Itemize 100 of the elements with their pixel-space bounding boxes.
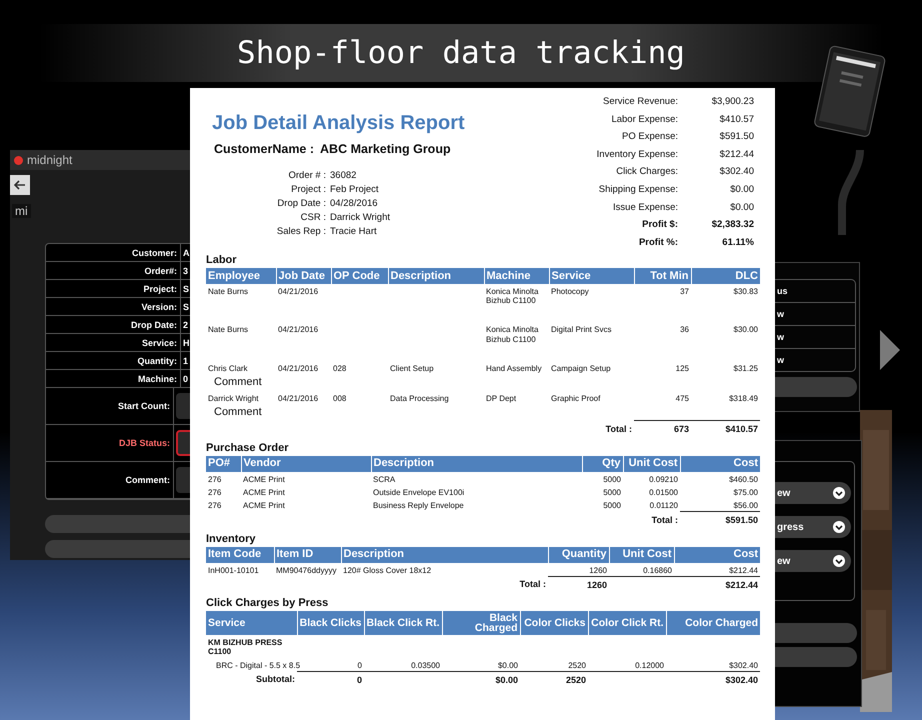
table-cell: $302.40 bbox=[729, 660, 758, 670]
total-value: 0 bbox=[356, 674, 362, 685]
table-cell: ACME Print bbox=[243, 501, 285, 510]
table-cell: 04/21/2016 bbox=[278, 287, 318, 296]
table-cell: MM90476ddyyyy bbox=[276, 566, 336, 575]
total-label: Total : bbox=[652, 514, 678, 525]
table-cell: 0 bbox=[358, 660, 362, 670]
total-label: Subtotal: bbox=[256, 674, 295, 684]
info-label: Order # : bbox=[288, 170, 326, 181]
app-subtitle: mi bbox=[12, 204, 31, 218]
total-value: $410.57 bbox=[725, 424, 758, 434]
column-header: Description bbox=[388, 268, 484, 284]
summary-label: Click Charges: bbox=[615, 166, 678, 180]
pill-button[interactable] bbox=[775, 377, 857, 397]
table-cell: 37 bbox=[680, 287, 689, 296]
info-label: Sales Rep : bbox=[276, 226, 326, 237]
banner-title: Shop-floor data tracking bbox=[237, 35, 685, 71]
table-cell: 5000 bbox=[603, 474, 621, 484]
table-cell: 125 bbox=[676, 364, 689, 373]
table-cell: Hand Assembly bbox=[486, 364, 542, 373]
table-cell: 5000 bbox=[603, 501, 621, 510]
dropdown[interactable]: gress bbox=[775, 516, 851, 538]
table-cell: Photocopy bbox=[551, 287, 589, 296]
field-value: S bbox=[183, 284, 190, 294]
summary-value: $2,383.32 bbox=[710, 219, 754, 232]
table-cell: Outside Envelope EV100i bbox=[373, 488, 464, 497]
app-title: midnight bbox=[27, 153, 72, 167]
table-cell: 475 bbox=[676, 394, 689, 403]
table-cell: $56.00 bbox=[734, 501, 758, 510]
report-title: Job Detail Analysis Report bbox=[212, 112, 465, 135]
table-cell: Business Reply Envelope bbox=[373, 501, 464, 510]
column-header: Color Click Rt. bbox=[588, 611, 666, 636]
table-cell: 5000 bbox=[603, 488, 621, 497]
table-cell: 36 bbox=[680, 325, 689, 334]
right-arrow-icon[interactable] bbox=[880, 330, 900, 370]
table-cell: Digital Print Svcs bbox=[551, 325, 612, 334]
field-label: Quantity: bbox=[136, 356, 178, 366]
pill-button[interactable] bbox=[45, 540, 190, 558]
total-value: 673 bbox=[674, 424, 689, 434]
table-cell: DP Dept bbox=[486, 394, 516, 403]
table-cell: 2520 bbox=[568, 660, 586, 670]
info-label: Drop Date : bbox=[276, 198, 326, 209]
field-label: Machine: bbox=[136, 374, 178, 384]
table-cell: ACME Print bbox=[243, 474, 285, 484]
summary-label: PO Expense: bbox=[621, 131, 678, 144]
table-cell: 276 bbox=[208, 488, 222, 497]
summary-label: Profit $: bbox=[641, 219, 678, 232]
table-cell: Nate Burns bbox=[208, 325, 248, 334]
summary-label: Service Revenue: bbox=[602, 96, 678, 109]
column-header: Employee bbox=[206, 268, 276, 284]
column-header: Item ID bbox=[274, 546, 341, 563]
table-cell: 0.12000 bbox=[635, 660, 664, 670]
summary-label: Issue Expense: bbox=[612, 202, 678, 215]
close-icon[interactable] bbox=[14, 156, 23, 164]
column-header: PO# bbox=[206, 456, 241, 472]
list-item[interactable]: w bbox=[775, 349, 855, 371]
pill-button[interactable] bbox=[45, 515, 190, 533]
table-cell: Chris Clark bbox=[208, 364, 248, 373]
column-header: Qty bbox=[582, 456, 623, 472]
field-value: 0 bbox=[183, 374, 188, 384]
dropdown[interactable]: ew bbox=[775, 550, 851, 572]
column-header: Quantity bbox=[548, 546, 609, 563]
table-cell: Nate Burns bbox=[208, 287, 248, 296]
table-cell: $212.44 bbox=[729, 566, 758, 575]
table-cell: $318.49 bbox=[729, 394, 758, 403]
pill-button[interactable] bbox=[775, 647, 857, 667]
back-icon bbox=[14, 180, 26, 190]
field-label: Project: bbox=[142, 284, 178, 294]
column-header: Description bbox=[341, 546, 548, 563]
column-header: Service bbox=[549, 268, 634, 284]
total-label: Total : bbox=[606, 424, 632, 434]
section-title: Purchase Order bbox=[206, 442, 290, 454]
column-header: Tot Min bbox=[634, 268, 691, 284]
field-label: Version: bbox=[140, 302, 178, 312]
pill-button[interactable] bbox=[775, 623, 857, 643]
chevron-icon bbox=[833, 487, 845, 499]
column-header: Color Clicks bbox=[520, 611, 588, 636]
info-label: Project : bbox=[290, 184, 326, 195]
field-value: H bbox=[183, 338, 190, 348]
table-cell: 120# Gloss Cover 18x12 bbox=[343, 566, 432, 575]
column-header: Black Clicks bbox=[297, 611, 364, 636]
section-title: Labor bbox=[206, 254, 238, 266]
table-cell: 0.16860 bbox=[643, 566, 672, 575]
field-label: DJB Status: bbox=[118, 438, 171, 448]
table-cell: Konica Minolta Bizhub C1100 bbox=[486, 287, 538, 306]
column-header: Color Charged bbox=[666, 611, 760, 636]
column-header: Machine bbox=[484, 268, 549, 284]
info-value: Feb Project bbox=[330, 184, 380, 195]
back-button[interactable] bbox=[10, 175, 30, 195]
dropdown[interactable]: ew bbox=[775, 482, 851, 504]
field-value: A bbox=[183, 248, 190, 258]
table-cell: InH001-10101 bbox=[208, 566, 259, 575]
info-value: 04/28/2016 bbox=[330, 198, 379, 209]
column-header: Black Click Rt. bbox=[364, 611, 442, 636]
table-cell: 0.03500 bbox=[411, 660, 440, 670]
field-value: 3 bbox=[183, 266, 188, 276]
table-cell: SCRA bbox=[373, 474, 396, 484]
table-cell-text: BRC - Digital - 5.5 x 8.5 bbox=[215, 660, 300, 670]
table-cell: 276 bbox=[208, 501, 222, 510]
table-cell: Darrick Wright bbox=[208, 394, 259, 403]
